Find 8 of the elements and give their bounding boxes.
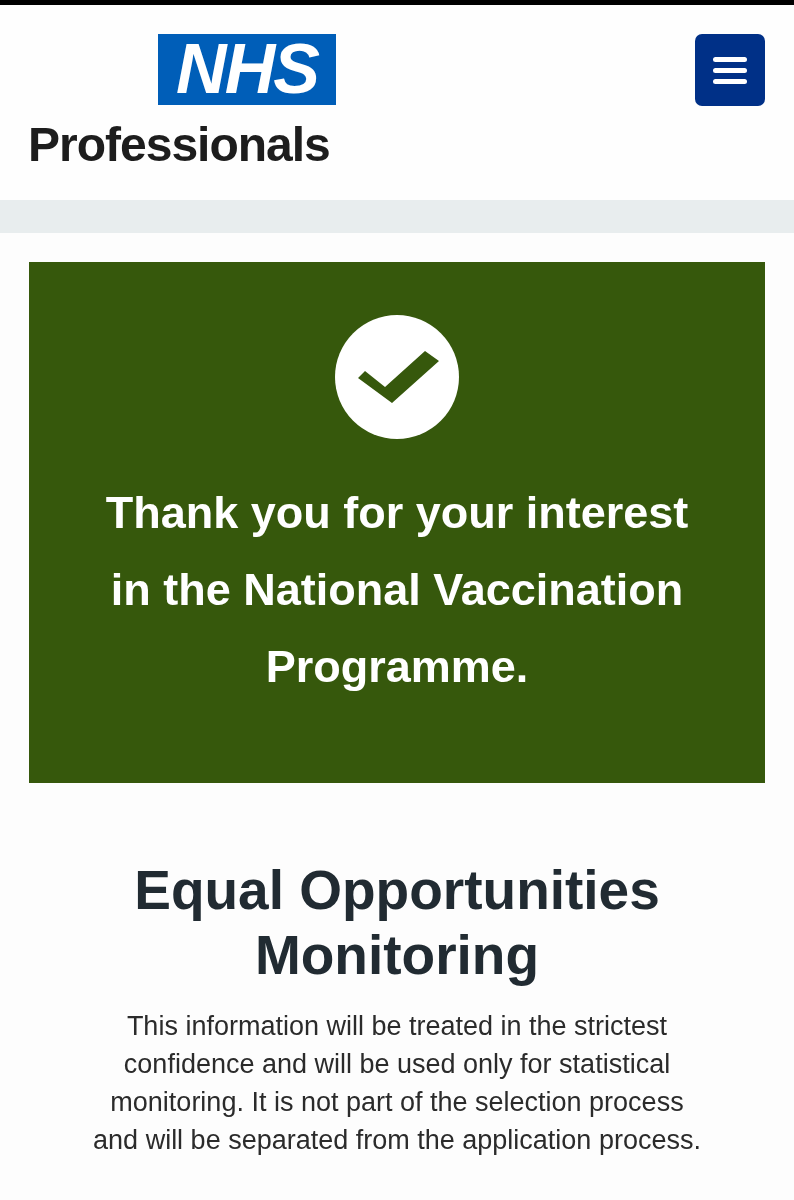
logo-mark[interactable]: NHS: [158, 34, 336, 105]
section-body: This information will be treated in the strictest confidence and will be used only for statistical monitoring. It is not part of the selection process and will be separated from the application process.: [92, 1010, 702, 1157]
menu-button[interactable]: [695, 34, 765, 106]
section-title: Equal Opportunities Monitoring: [133, 858, 661, 988]
menu-icon: [713, 56, 747, 84]
logo-name[interactable]: Professionals: [28, 117, 330, 173]
thank-you-message: Thank you for your interest in the National Vaccination Programme.: [104, 486, 690, 694]
check-circle-icon: [335, 315, 459, 439]
